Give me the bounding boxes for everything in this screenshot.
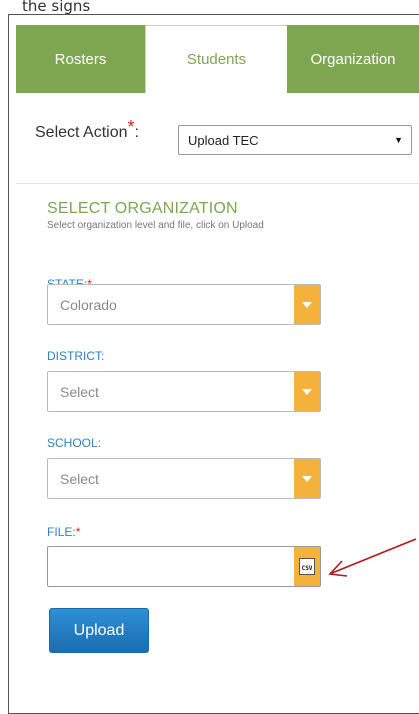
section-help-text: Select organization level and file, clic… (47, 220, 264, 231)
district-dropdown[interactable]: Select (47, 371, 321, 412)
tab-rosters[interactable]: Rosters (16, 25, 145, 93)
section-title: SELECT ORGANIZATION (47, 200, 238, 217)
red-arrow-icon (328, 538, 417, 577)
csv-file-button[interactable]: CSV (294, 547, 320, 586)
required-mark: * (127, 117, 135, 137)
section-divider (16, 183, 419, 184)
tab-students[interactable]: Students (145, 25, 287, 93)
select-action-row: Select Action * : (35, 117, 143, 143)
csv-file-icon: CSV (299, 558, 315, 575)
select-action-colon: : (134, 123, 139, 141)
tab-organization[interactable]: Organization (287, 25, 419, 93)
file-label-text: FILE: (47, 525, 76, 539)
school-label: SCHOOL: (47, 436, 102, 450)
select-arrow-icon: ▼ (394, 135, 403, 145)
select-action-value: Upload TEC (188, 132, 259, 148)
select-action-dropdown[interactable]: Upload TEC ▼ (178, 125, 412, 155)
district-label: DISTRICT: (47, 349, 105, 363)
file-label: FILE:* (47, 525, 80, 539)
state-dropdown[interactable]: Colorado (47, 284, 321, 325)
select-action-label: Select Action (35, 123, 128, 141)
file-required-mark: * (75, 525, 81, 539)
tab-bar: Rosters Students Organization (16, 25, 419, 93)
school-value: Select (60, 471, 99, 487)
upload-button[interactable]: Upload (49, 608, 149, 653)
school-dropdown[interactable]: Select (47, 458, 321, 499)
caret-down-icon[interactable] (294, 459, 320, 498)
file-input[interactable]: CSV (47, 546, 321, 587)
caret-down-icon[interactable] (294, 285, 320, 324)
caret-down-icon[interactable] (294, 372, 320, 411)
page-caption: the signs (22, 0, 91, 14)
district-value: Select (60, 384, 99, 400)
state-value: Colorado (60, 297, 117, 313)
